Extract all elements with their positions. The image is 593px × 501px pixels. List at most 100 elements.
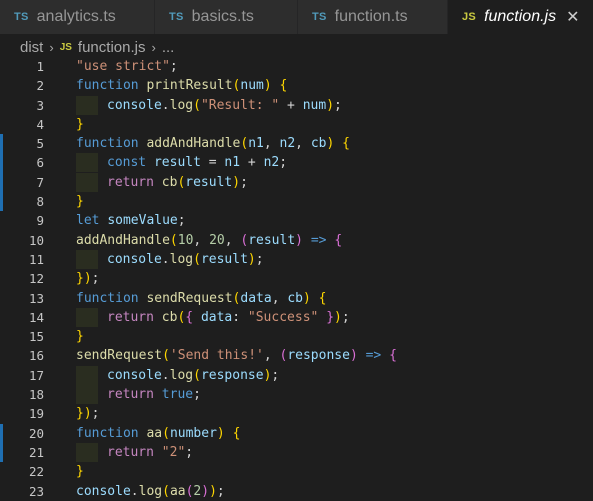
line-number: 10 — [28, 232, 44, 248]
line-number: 16 — [28, 348, 44, 364]
tab-function-ts[interactable]: TS function.ts — [298, 0, 448, 34]
line-number: 5 — [36, 136, 44, 152]
code-text[interactable]: return true; — [76, 385, 201, 405]
code-text[interactable]: function aa(number) { — [76, 424, 240, 443]
code-line[interactable]: 14 return cb({ data: "Success" }); — [0, 307, 593, 327]
line-number: 2 — [36, 78, 44, 94]
indent-guide — [76, 307, 98, 327]
code-line[interactable]: 11 console.log(result); — [0, 249, 593, 269]
line-number: 1 — [36, 59, 44, 74]
tab-label: analytics.ts — [36, 8, 116, 25]
tab-basics-ts[interactable]: TS basics.ts — [155, 0, 298, 34]
code-line[interactable]: 19}); — [0, 404, 593, 423]
code-line[interactable]: 13 function sendRequest(data, cb) { — [0, 289, 593, 308]
code-line[interactable]: 4} — [0, 115, 593, 134]
code-line[interactable]: 10 addAndHandle(10, 20, (result) => { — [0, 231, 593, 250]
code-line[interactable]: 7 return cb(result); — [0, 172, 593, 193]
code-line[interactable]: 5 function addAndHandle(n1, n2, cb) { — [0, 134, 593, 154]
code-line[interactable]: 6 const result = n1 + n2; — [0, 153, 593, 173]
code-text[interactable]: } — [76, 462, 84, 481]
javascript-file-icon: JS — [59, 41, 72, 53]
typescript-file-icon: TS — [14, 11, 29, 23]
code-line[interactable]: 15} — [0, 327, 593, 346]
breadcrumb: dist › JS function.js › ... — [0, 36, 593, 58]
code-text[interactable]: sendRequest('Send this!', (response) => … — [76, 346, 397, 365]
line-number: 23 — [28, 483, 44, 499]
indent-guide — [76, 385, 98, 405]
code-line[interactable]: 22} — [0, 462, 593, 481]
line-number: 11 — [28, 251, 44, 267]
indent-guide — [76, 442, 98, 462]
code-line[interactable]: 17 console.log(response); — [0, 365, 593, 385]
tab-label: function.js — [484, 8, 557, 25]
line-number: 15 — [28, 329, 44, 345]
code-line[interactable]: 8} — [0, 192, 593, 212]
code-line[interactable]: 18 return true; — [0, 385, 593, 405]
code-text[interactable]: console.log("Result: " + num); — [76, 95, 342, 115]
code-text[interactable]: const result = n1 + n2; — [76, 153, 287, 173]
line-number: 3 — [36, 97, 44, 113]
code-text[interactable]: function addAndHandle(n1, n2, cb) { — [76, 134, 350, 153]
line-number: 7 — [36, 174, 44, 190]
code-text[interactable]: return "2"; — [76, 442, 193, 462]
breadcrumb-symbols[interactable]: ... — [162, 39, 175, 56]
typescript-file-icon: TS — [312, 11, 327, 23]
indent-guide — [76, 249, 98, 269]
line-number: 4 — [36, 116, 44, 132]
code-text[interactable]: console.log(result); — [76, 249, 264, 269]
line-number: 13 — [28, 290, 44, 306]
breadcrumb-folder[interactable]: dist — [20, 39, 43, 56]
javascript-file-icon: JS — [462, 11, 477, 23]
code-text[interactable]: "use strict"; — [76, 57, 178, 76]
line-number: 9 — [36, 213, 44, 229]
code-text[interactable]: function printResult(num) { — [76, 76, 287, 95]
line-number: 22 — [28, 464, 44, 480]
close-icon[interactable]: ✕ — [566, 7, 579, 27]
tab-label: basics.ts — [191, 8, 254, 25]
code-line[interactable]: 21 return "2"; — [0, 442, 593, 463]
code-line[interactable]: 3 console.log("Result: " + num); — [0, 95, 593, 115]
code-text[interactable]: console.log(aa(2)); — [76, 482, 225, 501]
code-line[interactable]: 20 function aa(number) { — [0, 423, 593, 443]
code-text[interactable]: addAndHandle(10, 20, (result) => { — [76, 231, 342, 250]
code-line[interactable]: 12}); — [0, 269, 593, 288]
typescript-file-icon: TS — [169, 11, 184, 23]
tab-label: function.ts — [334, 8, 408, 25]
tab-bar: TS analytics.ts TS basics.ts TS function… — [0, 0, 593, 35]
code-text[interactable]: }); — [76, 404, 99, 423]
chevron-right-icon: › — [151, 39, 156, 55]
code-line[interactable]: 23 console.log(aa(2)); — [0, 482, 593, 501]
code-text[interactable]: } — [76, 192, 84, 211]
code-line[interactable]: 2 function printResult(num) { — [0, 76, 593, 95]
code-line[interactable]: 1 "use strict"; — [0, 57, 593, 76]
code-text[interactable]: function sendRequest(data, cb) { — [76, 289, 326, 308]
tab-function-js[interactable]: JS function.js ✕ — [448, 0, 593, 34]
code-text[interactable]: return cb({ data: "Success" }); — [76, 307, 350, 327]
line-number: 8 — [36, 194, 44, 210]
code-line[interactable]: 16 sendRequest('Send this!', (response) =… — [0, 346, 593, 365]
line-number: 14 — [28, 309, 44, 325]
code-text[interactable]: }); — [76, 269, 99, 288]
line-number: 20 — [28, 425, 44, 441]
line-number: 6 — [36, 155, 44, 171]
tab-analytics-ts[interactable]: TS analytics.ts — [0, 0, 155, 34]
line-number: 12 — [28, 271, 44, 287]
line-number: 19 — [28, 406, 44, 422]
code-text[interactable]: } — [76, 115, 84, 134]
line-number: 21 — [28, 444, 44, 460]
indent-guide — [76, 172, 98, 192]
chevron-right-icon: › — [49, 39, 54, 55]
line-number: 17 — [28, 367, 44, 383]
breadcrumb-file[interactable]: function.js — [78, 39, 146, 56]
editor-window: TS analytics.ts TS basics.ts TS function… — [0, 0, 593, 501]
code-text[interactable]: console.log(response); — [76, 365, 279, 385]
code-editor[interactable]: 1 "use strict"; 2 function printResult(num)… — [0, 57, 593, 501]
line-number: 18 — [28, 387, 44, 403]
indent-guide — [76, 153, 98, 173]
indent-guide — [76, 95, 98, 115]
indent-guide — [76, 365, 98, 385]
code-text[interactable]: } — [76, 327, 84, 346]
code-line[interactable]: 9 let someValue; — [0, 211, 593, 230]
code-text[interactable]: let someValue; — [76, 211, 186, 230]
code-text[interactable]: return cb(result); — [76, 172, 248, 192]
